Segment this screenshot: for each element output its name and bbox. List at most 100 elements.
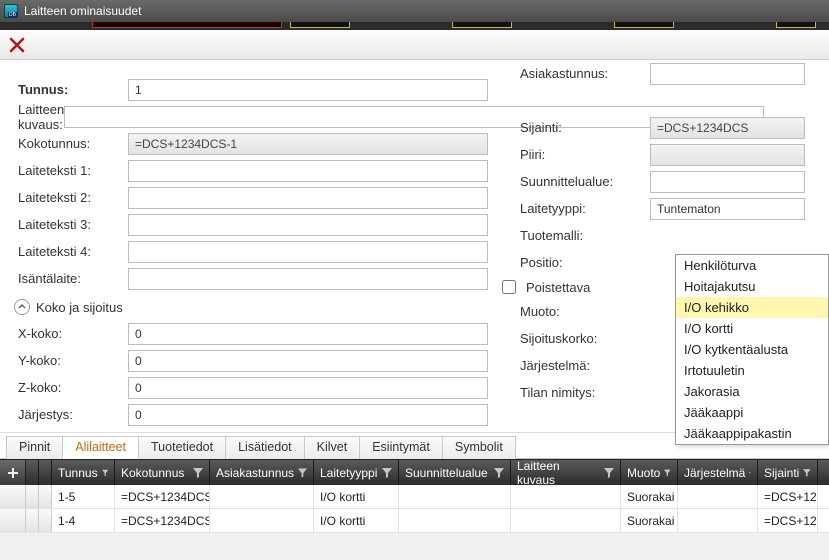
field-sijainti[interactable] [650, 117, 805, 139]
field-lt1[interactable] [128, 160, 488, 182]
field-y[interactable] [128, 350, 488, 372]
label-jarj: Järjestys: [18, 407, 128, 422]
field-lt2[interactable] [128, 187, 488, 209]
grid-row-gutter [0, 485, 26, 508]
table-row[interactable]: 1-4=DCS+1234DCS I/O kortti Suorakai =DCS+12 [0, 509, 829, 533]
label-kuvaus: Laitteen kuvaus: [18, 102, 64, 132]
field-piiri[interactable] [650, 144, 805, 166]
cell[interactable] [399, 485, 511, 508]
label-positio: Positio: [520, 255, 650, 270]
grid-col-Suunnittelualue[interactable]: Suunnittelualue [399, 460, 511, 485]
laitetyyppi-dropdown[interactable]: HenkilöturvaHoitajakutsuI/O kehikkoI/O k… [675, 254, 829, 445]
label-suun: Suunnittelualue: [520, 174, 650, 189]
label-kokotunnus: Kokotunnus: [18, 136, 128, 151]
cell[interactable]: =DCS+1234DCS [115, 509, 210, 532]
cell[interactable]: 1-5 [52, 485, 115, 508]
dropdown-item[interactable]: Jakorasia [676, 381, 828, 402]
dialog-toolbar [0, 30, 829, 60]
label-lt2: Laiteteksti 2: [18, 190, 128, 205]
dropdown-item[interactable]: I/O kehikko [676, 297, 828, 318]
label-poistettava: Poistettava [526, 280, 590, 295]
dropdown-item[interactable]: Irtotuuletin [676, 360, 828, 381]
window-titlebar: Laitteen ominaisuudet [0, 0, 829, 22]
label-z: Z-koko: [18, 380, 128, 395]
label-tunnus: Tunnus: [18, 82, 128, 97]
add-row-button[interactable] [0, 460, 26, 485]
field-lt3[interactable] [128, 214, 488, 236]
cell[interactable] [210, 485, 314, 508]
field-z[interactable] [128, 377, 488, 399]
close-icon[interactable] [8, 36, 26, 54]
cell[interactable]: =DCS+1234DCS [115, 485, 210, 508]
tab-tuotetiedot[interactable]: Tuotetiedot [138, 436, 226, 459]
tab-esiintymät[interactable]: Esiintymät [359, 436, 443, 459]
cell[interactable] [511, 485, 621, 508]
cell[interactable]: I/O kortti [314, 485, 399, 508]
cell[interactable] [511, 509, 621, 532]
tab-pinnit[interactable]: Pinnit [6, 436, 63, 459]
dropdown-item[interactable]: Hoitajakutsu [676, 276, 828, 297]
field-jarj[interactable] [128, 404, 488, 426]
grid-col-Laitteen kuvaus[interactable]: Laitteen kuvaus [511, 460, 621, 485]
label-jarjestelma: Järjestelmä: [520, 358, 650, 373]
grid-col-Muoto[interactable]: Muoto [621, 460, 678, 485]
cell[interactable] [210, 509, 314, 532]
cell[interactable] [399, 509, 511, 532]
grid-col-Sijainti[interactable]: Sijainti [758, 460, 818, 485]
cell[interactable]: Suorakai [621, 509, 678, 532]
grid-header: TunnusKokotunnusAsiakastunnusLaitetyyppi… [0, 459, 829, 485]
field-suun[interactable] [650, 171, 805, 193]
field-asiakas[interactable] [650, 63, 805, 85]
label-piiri: Piiri: [520, 147, 650, 162]
field-tyyppi[interactable] [650, 198, 805, 220]
label-tuotemalli: Tuotemalli: [520, 228, 650, 243]
cell[interactable]: =DCS+12 [758, 509, 818, 532]
label-lt1: Laiteteksti 1: [18, 163, 128, 178]
dropdown-item[interactable]: Henkilöturva [676, 255, 828, 276]
cell[interactable] [678, 485, 758, 508]
cell [26, 485, 39, 508]
label-lt4: Laiteteksti 4: [18, 244, 128, 259]
grid-rowheader-col [39, 460, 52, 485]
label-muoto: Muoto: [520, 304, 650, 319]
field-isanta[interactable] [128, 268, 488, 290]
label-sijkorko: Sijoituskorko: [520, 331, 650, 346]
tab-alilaitteet[interactable]: Alilaitteet [62, 436, 139, 459]
grid-row-gutter [0, 509, 26, 532]
label-x: X-koko: [18, 326, 128, 341]
label-lt3: Laiteteksti 3: [18, 217, 128, 232]
field-x[interactable] [128, 323, 488, 345]
cell [26, 509, 39, 532]
field-kokotunnus [128, 133, 488, 155]
window-title: Laitteen ominaisuudet [24, 4, 141, 18]
subdevice-grid: TunnusKokotunnusAsiakastunnusLaitetyyppi… [0, 459, 829, 533]
cell[interactable]: I/O kortti [314, 509, 399, 532]
tab-kilvet[interactable]: Kilvet [304, 436, 361, 459]
cell[interactable]: =DCS+12 [758, 485, 818, 508]
section-toggle-koko[interactable]: Koko ja sijoitus [14, 296, 518, 318]
cell[interactable] [678, 509, 758, 532]
dropdown-item[interactable]: I/O kortti [676, 318, 828, 339]
tab-symbolit[interactable]: Symbolit [442, 436, 516, 459]
label-sijainti: Sijainti: [520, 120, 650, 135]
grid-col-Asiakastunnus[interactable]: Asiakastunnus [210, 460, 314, 485]
cell[interactable]: 1-4 [52, 509, 115, 532]
table-row[interactable]: 1-5=DCS+1234DCS I/O kortti Suorakai =DCS+12 [0, 485, 829, 509]
app-icon [4, 4, 18, 18]
dropdown-item[interactable]: I/O kytkentäalusta [676, 339, 828, 360]
checkbox-poistettava[interactable] [502, 280, 516, 294]
tab-lisätiedot[interactable]: Lisätiedot [225, 436, 305, 459]
grid-col-Tunnus[interactable]: Tunnus [52, 460, 115, 485]
cell[interactable]: Suorakai [621, 485, 678, 508]
cell [39, 509, 52, 532]
section-label-koko: Koko ja sijoitus [36, 300, 123, 315]
dropdown-item[interactable]: Jääkaappipakastin [676, 423, 828, 444]
dropdown-item[interactable]: Jääkaappi [676, 402, 828, 423]
grid-rowheader-col [26, 460, 39, 485]
field-lt4[interactable] [128, 241, 488, 263]
field-tunnus[interactable] [128, 79, 488, 101]
background-strip [0, 22, 829, 30]
grid-col-Laitetyyppi[interactable]: Laitetyyppi [314, 460, 399, 485]
grid-col-Kokotunnus[interactable]: Kokotunnus [115, 460, 210, 485]
grid-col-Järjestelmä[interactable]: Järjestelmä [678, 460, 758, 485]
